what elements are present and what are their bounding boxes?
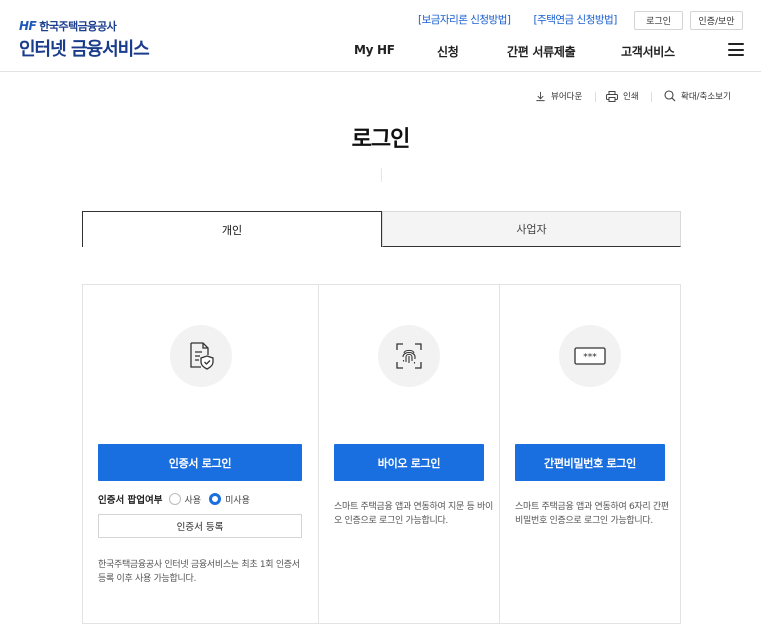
popup-use-radio[interactable] <box>168 493 181 505</box>
bio-login-button[interactable]: 바이오 로그인 <box>334 444 484 481</box>
top-links: [보금자리론 신청방법] [주택연금 신청방법] <box>418 12 617 27</box>
viewer-download-label: 뷰어다운 <box>551 92 583 102</box>
popup-nouse-label: 미사용 <box>225 495 250 506</box>
zoom-label: 확대/축소보기 <box>681 92 731 102</box>
password-mask-text: *** <box>583 353 597 363</box>
password-icon: *** <box>574 347 606 365</box>
nav-item-apply[interactable]: 신청 <box>437 43 459 60</box>
pin-login-desc: 스마트 주택금융 앱과 연동하여 6자리 간편비밀번호 인증으로 로그인 가능합… <box>515 502 669 526</box>
utility-divider <box>651 92 652 102</box>
cert-register-button[interactable]: 인증서 등록 <box>98 514 302 538</box>
tab-personal[interactable]: 개인 <box>82 211 382 247</box>
pin-login-panel: *** 간편비밀번호 로그인 스마트 주택금융 앱과 연동하여 6자리 간편비밀… <box>499 285 680 623</box>
nav-item-myhf[interactable]: My HF <box>354 43 395 57</box>
bio-icon-circle <box>378 325 440 387</box>
cert-login-button[interactable]: 인증서 로그인 <box>98 444 302 481</box>
site-header: HF 한국주택금융공사 인터넷 금융서비스 [보금자리론 신청방법] [주택연금… <box>0 0 761 72</box>
bio-login-desc: 스마트 주택금융 앱과 연동하여 지문 등 바이오 인증으로 로그인 가능합니다… <box>334 502 494 526</box>
cert-popup-option: 인증서 팝업여부 사용 미사용 <box>98 492 258 506</box>
print-button[interactable]: 인쇄 <box>606 90 639 102</box>
login-options: 인증서 로그인 인증서 팝업여부 사용 미사용 인증서 등록 한국주택금융공사 … <box>82 284 681 624</box>
bogeumjari-guide-link[interactable]: [보금자리론 신청방법] <box>418 12 511 27</box>
login-type-tabs: 개인 사업자 <box>82 211 681 247</box>
cert-icon-circle <box>170 325 232 387</box>
printer-icon <box>606 90 618 102</box>
print-label: 인쇄 <box>623 92 639 102</box>
pin-icon-circle: *** <box>559 325 621 387</box>
logo-org-name: 한국주택금융공사 <box>39 20 117 33</box>
main-nav: My HF 신청 간편 서류제출 고객서비스 <box>0 43 761 59</box>
certificate-shield-icon <box>190 342 214 370</box>
logo-top-row: HF 한국주택금융공사 <box>19 18 149 34</box>
utility-bar: 뷰어다운 인쇄 확대/축소보기 <box>0 90 761 104</box>
fingerprint-icon <box>396 343 422 369</box>
popup-option-label: 인증서 팝업여부 <box>98 495 163 506</box>
title-divider <box>381 168 382 182</box>
login-button[interactable]: 로그인 <box>634 11 683 30</box>
page-title: 로그인 <box>351 127 411 152</box>
nav-item-docs[interactable]: 간편 서류제출 <box>507 43 576 60</box>
tab-business[interactable]: 사업자 <box>382 211 681 247</box>
pension-guide-link[interactable]: [주택연금 신청방법] <box>533 12 617 27</box>
zoom-button[interactable]: 확대/축소보기 <box>664 90 731 102</box>
hf-logo-mark: HF <box>19 19 37 33</box>
cert-login-panel: 인증서 로그인 인증서 팝업여부 사용 미사용 인증서 등록 한국주택금융공사 … <box>83 285 318 623</box>
utility-divider <box>595 92 596 102</box>
cert-login-desc: 한국주택금융공사 인터넷 금융서비스는 최초 1회 인증서 등록 이후 사용 가… <box>98 560 300 584</box>
download-icon <box>536 91 545 101</box>
popup-use-label: 사용 <box>184 495 202 506</box>
popup-nouse-radio[interactable] <box>209 493 222 505</box>
bio-login-panel: 바이오 로그인 스마트 주택금융 앱과 연동하여 지문 등 바이오 인증으로 로… <box>318 285 499 623</box>
hamburger-menu-icon[interactable] <box>728 43 744 56</box>
viewer-download-button[interactable]: 뷰어다운 <box>535 90 582 102</box>
nav-item-customer-service[interactable]: 고객서비스 <box>621 43 675 60</box>
pin-login-button[interactable]: 간편비밀번호 로그인 <box>515 444 665 481</box>
cert-security-button[interactable]: 인증/보안 <box>690 11 743 30</box>
search-icon <box>664 90 676 102</box>
